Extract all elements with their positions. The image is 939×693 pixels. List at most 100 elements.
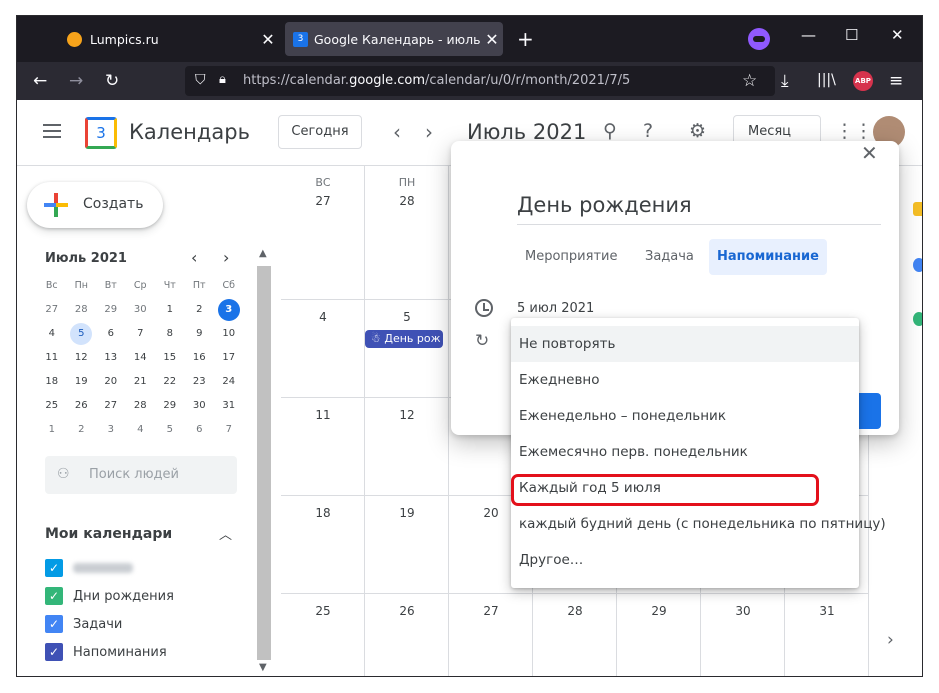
checkbox-icon[interactable]: ✓ [45, 587, 63, 605]
reminder-date[interactable]: 5 июл 2021 [517, 301, 594, 316]
mini-day[interactable]: 20 [96, 370, 126, 394]
mini-day[interactable]: 26 [67, 394, 97, 418]
day-number[interactable]: 27 [449, 604, 533, 618]
event-marker[interactable] [913, 312, 922, 326]
mini-day[interactable]: 8 [155, 322, 185, 346]
close-window-button[interactable]: ✕ [891, 26, 904, 44]
today-button[interactable]: Сегодня [278, 115, 362, 149]
mini-day[interactable]: 17 [214, 346, 244, 370]
new-tab-button[interactable]: + [517, 27, 534, 51]
downloads-icon[interactable]: ⤓ [781, 71, 789, 91]
mini-day[interactable]: 5 [67, 322, 97, 346]
mini-day[interactable]: 11 [37, 346, 67, 370]
next-period-icon[interactable]: › [425, 120, 433, 144]
tab-event[interactable]: Мероприятие [525, 239, 617, 275]
birthday-event-chip[interactable]: ☃︎ День рож [365, 330, 443, 348]
sidebar-scrollbar[interactable]: ▲ ▼ [255, 248, 273, 676]
day-number[interactable]: 4 [281, 310, 365, 324]
day-number[interactable]: 29 [617, 604, 701, 618]
repeat-option[interactable]: Ежедневно [511, 362, 859, 398]
collapse-chevron-icon[interactable]: ︿ [219, 524, 232, 543]
minimize-button[interactable]: — [801, 26, 816, 44]
scroll-down-icon[interactable]: ▼ [259, 662, 267, 673]
mini-day[interactable]: 27 [96, 394, 126, 418]
repeat-option[interactable]: Ежемесячно перв. понедельник [511, 434, 859, 470]
tab-reminder[interactable]: Напоминание [709, 239, 827, 275]
create-button[interactable]: Создать [27, 182, 163, 228]
search-icon[interactable]: ⚲ [603, 120, 617, 142]
address-bar[interactable]: ⛉ 🔒︎ https://calendar.google.com/calenda… [185, 66, 775, 96]
lock-icon[interactable]: 🔒︎ [219, 72, 226, 87]
mini-day[interactable]: 14 [126, 346, 156, 370]
mini-day[interactable]: 4 [37, 322, 67, 346]
tab-lumpics[interactable]: Lumpics.ru ✕ [61, 22, 279, 56]
mini-day[interactable]: 19 [67, 370, 97, 394]
apps-grid-icon[interactable]: ⋮⋮ [835, 120, 873, 142]
scrollbar-thumb[interactable] [257, 266, 271, 660]
mini-day[interactable]: 30 [185, 394, 215, 418]
reload-icon[interactable]: ↻ [105, 71, 119, 91]
mini-day[interactable]: 2 [185, 298, 215, 322]
mini-day[interactable]: 29 [155, 394, 185, 418]
calendar-item-reminders[interactable]: ✓ Напоминания [45, 640, 167, 664]
day-number[interactable]: 12 [365, 408, 449, 422]
mini-prev-month-icon[interactable]: ‹ [191, 248, 197, 267]
mini-day[interactable]: 28 [126, 394, 156, 418]
menu-icon[interactable]: ≡ [889, 71, 903, 91]
mini-day[interactable]: 3 [214, 298, 244, 322]
scroll-up-icon[interactable]: ▲ [259, 248, 267, 259]
day-number[interactable]: 28 [533, 604, 617, 618]
mini-day[interactable]: 13 [96, 346, 126, 370]
mini-day[interactable]: 1 [155, 298, 185, 322]
day-number[interactable]: 26 [365, 604, 449, 618]
mini-day[interactable]: 27 [37, 298, 67, 322]
event-title-input[interactable]: День рождения [517, 193, 881, 225]
mini-next-month-icon[interactable]: › [223, 248, 229, 267]
mini-day[interactable]: 12 [67, 346, 97, 370]
event-marker[interactable] [913, 202, 922, 216]
mini-day[interactable]: 2 [67, 418, 97, 442]
repeat-option[interactable]: каждый будний день (с понедельника по пя… [511, 506, 886, 542]
mini-day[interactable]: 16 [185, 346, 215, 370]
close-tab-icon[interactable]: ✕ [481, 30, 503, 49]
maximize-button[interactable]: ☐ [845, 26, 858, 44]
mini-day[interactable]: 5 [155, 418, 185, 442]
day-number[interactable]: 28 [365, 194, 449, 208]
day-number[interactable]: 18 [281, 506, 365, 520]
prev-period-icon[interactable]: ‹ [393, 120, 401, 144]
mini-day[interactable]: 29 [96, 298, 126, 322]
day-number[interactable]: 30 [701, 604, 785, 618]
calendar-item-personal[interactable]: ✓ [45, 556, 133, 580]
adblock-plus-icon[interactable]: ABP [853, 71, 873, 91]
bookmark-star-icon[interactable]: ☆ [742, 71, 757, 91]
mini-day[interactable]: 30 [126, 298, 156, 322]
calendar-item-birthdays[interactable]: ✓ Дни рождения [45, 584, 174, 608]
day-number[interactable]: 19 [365, 506, 449, 520]
checkbox-icon[interactable]: ✓ [45, 615, 63, 633]
mini-day[interactable]: 18 [37, 370, 67, 394]
mini-day[interactable]: 21 [126, 370, 156, 394]
day-number[interactable]: 25 [281, 604, 365, 618]
mini-day[interactable]: 25 [37, 394, 67, 418]
day-number[interactable]: 31 [785, 604, 869, 618]
mini-day[interactable]: 3 [96, 418, 126, 442]
forward-icon[interactable]: → [69, 71, 83, 91]
mini-day[interactable]: 10 [214, 322, 244, 346]
mini-day[interactable]: 7 [214, 418, 244, 442]
event-marker[interactable] [913, 258, 922, 272]
day-number[interactable]: 27 [281, 194, 365, 208]
mini-day[interactable]: 24 [214, 370, 244, 394]
tab-google-calendar[interactable]: 3 Google Календарь - июль 2021 ✕ [285, 22, 503, 56]
mini-day[interactable]: 15 [155, 346, 185, 370]
mini-day[interactable]: 7 [126, 322, 156, 346]
mini-day[interactable]: 22 [155, 370, 185, 394]
close-tab-icon[interactable]: ✕ [257, 30, 279, 49]
mini-day[interactable]: 23 [185, 370, 215, 394]
library-icon[interactable]: |||\ [817, 72, 836, 88]
back-icon[interactable]: ← [33, 71, 47, 91]
repeat-option[interactable]: Не повторять [511, 326, 859, 362]
url-text[interactable]: https://calendar.google.com/calendar/u/0… [243, 73, 630, 88]
mini-day[interactable]: 4 [126, 418, 156, 442]
repeat-option[interactable]: Еженедельно – понедельник [511, 398, 859, 434]
tab-task[interactable]: Задача [645, 239, 694, 275]
